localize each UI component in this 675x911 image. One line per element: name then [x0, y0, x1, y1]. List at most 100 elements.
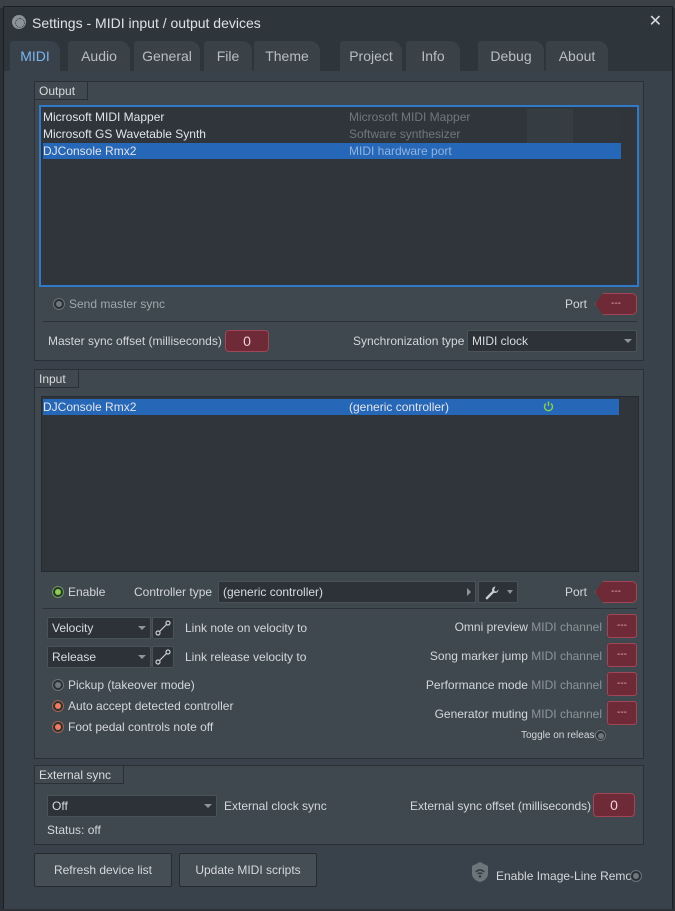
input-port-label: Port — [565, 585, 588, 599]
chevron-down-icon — [138, 626, 146, 630]
link-note-curve-button[interactable] — [152, 617, 174, 639]
link-note-dropdown[interactable]: Velocity — [47, 617, 151, 639]
auto-accept-label: Auto accept detected controller — [68, 699, 234, 713]
link-release-dropdown[interactable]: Release — [47, 646, 151, 668]
foot-pedal-toggle[interactable] — [52, 721, 64, 733]
divider — [43, 608, 637, 609]
output-group-label: Output — [35, 82, 89, 100]
device-type: Microsoft MIDI Mapper — [349, 110, 471, 124]
external-sync-offset-label: External sync offset (milliseconds) — [410, 799, 592, 813]
master-sync-offset-knob[interactable]: 0 — [225, 330, 269, 352]
toggle-on-release-label: Toggle on release — [521, 730, 600, 741]
close-icon[interactable]: ✕ — [649, 14, 662, 30]
external-sync-group-label: External sync — [35, 766, 125, 784]
omni-preview-channel[interactable]: --- — [607, 614, 637, 638]
image-line-remote-label: Enable Image-Line Remote — [496, 869, 643, 883]
image-line-remote-toggle[interactable] — [630, 870, 642, 882]
toggle-on-release-toggle[interactable] — [595, 730, 606, 741]
power-icon[interactable] — [543, 400, 554, 412]
link-curve-icon — [155, 620, 171, 636]
external-clock-value: Off — [52, 799, 68, 813]
enable-label: Enable — [68, 585, 106, 599]
auto-accept-toggle[interactable] — [52, 700, 64, 712]
controller-type-dropdown[interactable]: (generic controller) — [218, 581, 476, 603]
window-title: Settings - MIDI input / output devices — [32, 15, 261, 31]
refresh-device-list-button[interactable]: Refresh device list — [34, 853, 172, 887]
input-port-selector[interactable]: --- — [595, 581, 637, 603]
channel-suffix: MIDI channel — [531, 678, 602, 692]
tab-file[interactable]: File — [204, 41, 252, 71]
device-name: DJConsole Rmx2 — [43, 144, 137, 158]
sync-type-value: MIDI clock — [472, 334, 529, 348]
channel-label: Song marker jump — [429, 649, 528, 663]
chevron-down-icon — [138, 655, 146, 659]
song-marker-jump-label: Song marker jump MIDI channel — [430, 648, 602, 664]
device-type: Software synthesizer — [349, 127, 461, 141]
device-name: DJConsole Rmx2 — [43, 400, 137, 414]
link-curve-icon — [155, 649, 171, 665]
sync-type-dropdown[interactable]: MIDI clock — [467, 330, 637, 352]
foot-pedal-label: Foot pedal controls note off — [68, 720, 214, 734]
master-sync-offset-label: Master sync offset (milliseconds) — [48, 334, 222, 348]
output-device-row[interactable]: Microsoft GS Wavetable Synth Software sy… — [43, 126, 621, 142]
controller-settings-button[interactable] — [478, 581, 518, 603]
sync-type-label: Synchronization type — [353, 334, 465, 348]
device-name: Microsoft MIDI Mapper — [43, 110, 165, 124]
external-sync-offset-knob[interactable]: 0 — [593, 793, 635, 817]
performance-mode-label: Performance mode MIDI channel — [426, 677, 602, 693]
tab-about[interactable]: About — [546, 41, 608, 71]
chevron-right-icon — [467, 588, 471, 596]
divider — [43, 321, 637, 322]
tab-project[interactable]: Project — [340, 41, 402, 71]
chevron-down-icon — [624, 339, 632, 343]
output-group: Output Microsoft MIDI Mapper Microsoft M… — [34, 81, 644, 361]
external-sync-status: Status: off — [47, 823, 101, 837]
device-type: (generic controller) — [349, 400, 450, 414]
output-device-row[interactable]: Microsoft MIDI Mapper Microsoft MIDI Map… — [43, 109, 621, 125]
generator-muting-channel[interactable]: --- — [607, 701, 637, 725]
song-marker-jump-channel[interactable]: --- — [607, 643, 637, 667]
output-port-selector[interactable]: --- — [595, 293, 637, 315]
input-group: Input DJConsole Rmx2 (generic controller… — [34, 369, 644, 759]
midi-settings-panel: Output Microsoft MIDI Mapper Microsoft M… — [4, 71, 672, 909]
channel-suffix: MIDI channel — [531, 707, 602, 721]
tab-info[interactable]: Info — [406, 41, 460, 71]
controller-type-value: (generic controller) — [223, 585, 324, 599]
channel-label: Generator muting — [434, 707, 528, 721]
image-line-remote-icon — [472, 862, 488, 882]
generator-muting-label: Generator muting MIDI channel — [435, 706, 602, 722]
external-clock-dropdown[interactable]: Off — [47, 795, 217, 817]
link-release-value: Release — [52, 650, 97, 664]
link-note-label: Link note on velocity to — [185, 621, 308, 635]
output-device-list[interactable]: Microsoft MIDI Mapper Microsoft MIDI Map… — [39, 105, 639, 287]
input-group-label: Input — [35, 370, 79, 388]
channel-label: Omni preview — [454, 620, 528, 634]
output-device-row-selected[interactable]: DJConsole Rmx2 MIDI hardware port — [43, 143, 621, 159]
chevron-down-icon — [507, 590, 513, 594]
send-master-sync-toggle[interactable] — [53, 298, 65, 310]
link-note-value: Velocity — [52, 621, 94, 635]
chevron-down-icon — [204, 804, 212, 808]
pickup-toggle[interactable] — [52, 679, 64, 691]
tab-debug[interactable]: Debug — [478, 41, 544, 71]
tab-general[interactable]: General — [134, 41, 200, 71]
omni-preview-label: Omni preview MIDI channel — [455, 619, 602, 635]
tab-midi[interactable]: MIDI — [10, 41, 60, 71]
settings-window: Settings - MIDI input / output devices ✕… — [3, 6, 673, 909]
link-release-curve-button[interactable] — [152, 646, 174, 668]
external-clock-label: External clock sync — [224, 799, 327, 813]
link-release-label: Link release velocity to — [185, 650, 307, 664]
input-device-list[interactable]: DJConsole Rmx2 (generic controller) — [41, 396, 639, 572]
output-port-label: Port — [565, 297, 588, 311]
wrench-icon — [485, 586, 499, 600]
send-master-sync-label: Send master sync — [69, 297, 166, 311]
tab-bar: MIDI Audio General File Theme Project In… — [10, 39, 670, 71]
update-midi-scripts-button[interactable]: Update MIDI scripts — [179, 853, 317, 887]
enable-toggle[interactable] — [52, 586, 64, 598]
tab-theme[interactable]: Theme — [254, 41, 320, 71]
input-device-row-selected[interactable]: DJConsole Rmx2 (generic controller) — [43, 399, 619, 415]
performance-mode-channel[interactable]: --- — [607, 672, 637, 696]
pickup-label: Pickup (takeover mode) — [68, 678, 195, 692]
title-bar: Settings - MIDI input / output devices ✕ — [4, 7, 672, 39]
tab-audio[interactable]: Audio — [68, 41, 130, 71]
